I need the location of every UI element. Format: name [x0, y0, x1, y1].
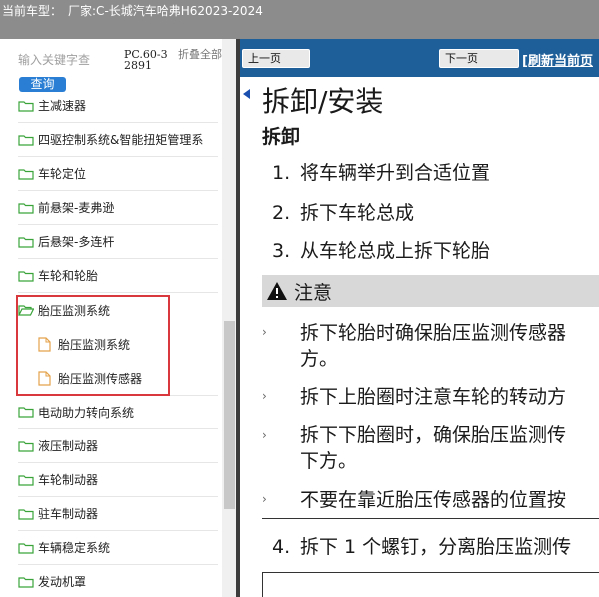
step-number: 4. — [272, 536, 291, 558]
folder-icon — [18, 134, 34, 146]
prev-page-button[interactable]: 上一页 — [242, 49, 310, 99]
model-header: 当前车型： 厂家:C-长城汽车哈弗H62023-2024 — [0, 0, 599, 39]
note-line: 方。 — [300, 348, 339, 370]
step-4: 4. 拆下 1 个螺钉，分离胎压监测传 — [272, 532, 571, 559]
model-label: 当前车型： — [2, 4, 63, 18]
tree-item-wheel-alignment[interactable]: 车轮定位 — [18, 157, 218, 191]
section-heading: 拆卸 — [262, 126, 301, 148]
tree-item-label: 车轮制动器 — [38, 473, 99, 487]
caution-banner: 注意 — [262, 275, 599, 307]
document-panel: 上一页 下一页 [刷新当前页 拆卸/安装 拆卸 1. 将车辆举升到合适位置 2. 拆… — [240, 39, 599, 597]
folder-icon — [18, 407, 34, 418]
bullet-icon: › — [262, 389, 267, 403]
tree-item-label: 后悬架-多连杆 — [38, 235, 115, 249]
divider — [262, 518, 599, 519]
pc-code: PC.60-32891 — [124, 48, 168, 72]
tree-item-rear-suspension[interactable]: 后悬架-多连杆 — [18, 225, 218, 259]
tree-item-wheel-brake[interactable]: 车轮制动器 — [18, 463, 218, 497]
sidebar-scrollbar[interactable] — [222, 39, 237, 597]
note-line: 拆下上胎圈时注意车轮的转动方 — [300, 386, 567, 408]
tree-item-front-suspension[interactable]: 前悬架-麦弗逊 — [18, 191, 218, 225]
step-text: 将车辆举升到合适位置 — [300, 162, 491, 184]
tree-item-label: 液压制动器 — [38, 439, 99, 453]
tree-item-label: 前悬架-麦弗逊 — [38, 201, 115, 215]
folder-icon — [18, 270, 34, 282]
bullet-icon: › — [262, 428, 267, 442]
tree-item-label: 车辆稳定系统 — [38, 541, 111, 555]
highlight-annotation — [16, 295, 170, 396]
step-number: 3. — [272, 240, 291, 262]
folder-icon — [18, 440, 34, 452]
step-2: 2. 拆下车轮总成 — [272, 198, 414, 225]
note-line: 不要在靠近胎压传感器的位置按 — [300, 489, 567, 511]
next-page-button[interactable]: 下一页 — [439, 49, 519, 68]
collapse-all-button[interactable]: 折叠全部 — [178, 49, 222, 60]
bullet-icon: › — [262, 492, 267, 506]
tree-item-label: 电动助力转向系统 — [38, 405, 135, 420]
tree-item-label: 主减速器 — [38, 99, 87, 113]
folder-icon — [18, 508, 34, 520]
caution-note-4: 不要在靠近胎压传感器的位置按 — [300, 487, 566, 513]
tree-item-wheels-tires[interactable]: 车轮和轮胎 — [18, 259, 218, 293]
note-line: 拆下轮胎时确保胎压监测传感器 — [300, 322, 567, 344]
step-text: 拆下 1 个螺钉，分离胎压监测传 — [300, 536, 572, 558]
arrow-left-icon — [243, 89, 250, 99]
tree-item-hood[interactable]: 发动机罩 — [18, 565, 218, 597]
tree-item-label: 车轮和轮胎 — [38, 269, 99, 283]
tree-item-label: 驻车制动器 — [38, 507, 99, 521]
folder-icon — [18, 474, 34, 486]
note-line: 下方。 — [300, 450, 358, 472]
tree-item-final-drive[interactable]: 主减速器 — [18, 89, 218, 123]
folder-icon — [18, 202, 34, 214]
caution-note-2: 拆下上胎圈时注意车轮的转动方 — [300, 384, 566, 410]
next-page-label: 下一页 — [445, 52, 478, 65]
prev-page-label: 上一页 — [248, 52, 281, 65]
step-1: 1. 将车辆举升到合适位置 — [272, 158, 490, 185]
folder-icon — [18, 100, 34, 112]
note-line: 拆下下胎圈时，确保胎压监测传 — [300, 424, 567, 446]
folder-icon — [18, 236, 34, 248]
tree-item-label: 四驱控制系统&智能扭矩管理系 — [38, 133, 204, 147]
folder-icon — [18, 168, 34, 180]
scrollbar-thumb[interactable] — [224, 321, 235, 509]
caution-note-1: 拆下轮胎时确保胎压监测传感器 方。 — [300, 320, 566, 372]
tree-item-label: 车轮定位 — [38, 167, 87, 181]
tree-item-eps[interactable]: 电动助力转向系统 — [18, 395, 218, 429]
model-name: 厂家:C-长城汽车哈弗H62023-2024 — [68, 4, 263, 18]
tree-item-parking-brake[interactable]: 驻车制动器 — [18, 497, 218, 531]
tree-item-hydraulic-brake[interactable]: 液压制动器 — [18, 429, 218, 463]
refresh-page-link[interactable]: [刷新当前页 — [522, 50, 593, 69]
illustration-frame — [262, 572, 599, 597]
document-toolbar: 上一页 下一页 [刷新当前页 — [240, 39, 599, 99]
step-3: 3. 从车轮总成上拆下轮胎 — [272, 236, 490, 263]
step-number: 2. — [272, 202, 291, 224]
tree-item-label: 发动机罩 — [38, 575, 87, 589]
folder-icon — [18, 542, 34, 554]
page-title: 拆卸/安装 — [262, 85, 384, 118]
caution-note-3: 拆下下胎圈时，确保胎压监测传 下方。 — [300, 422, 566, 474]
step-text: 从车轮总成上拆下轮胎 — [300, 240, 491, 262]
step-number: 1. — [272, 162, 291, 184]
step-text: 拆下车轮总成 — [300, 202, 415, 224]
caution-label: 注意 — [294, 281, 333, 304]
search-input[interactable] — [18, 51, 98, 69]
warning-icon — [267, 282, 287, 300]
tree-item-4wd-control[interactable]: 四驱控制系统&智能扭矩管理系 — [18, 123, 218, 157]
bullet-icon: › — [262, 325, 267, 339]
sidebar: 查询 PC.60-32891 折叠全部 主减速器 四驱控制系统&智能扭矩管理系 … — [0, 39, 238, 597]
folder-icon — [18, 576, 34, 588]
tree-item-stability-system[interactable]: 车辆稳定系统 — [18, 531, 218, 565]
search-area: 查询 — [18, 51, 120, 92]
